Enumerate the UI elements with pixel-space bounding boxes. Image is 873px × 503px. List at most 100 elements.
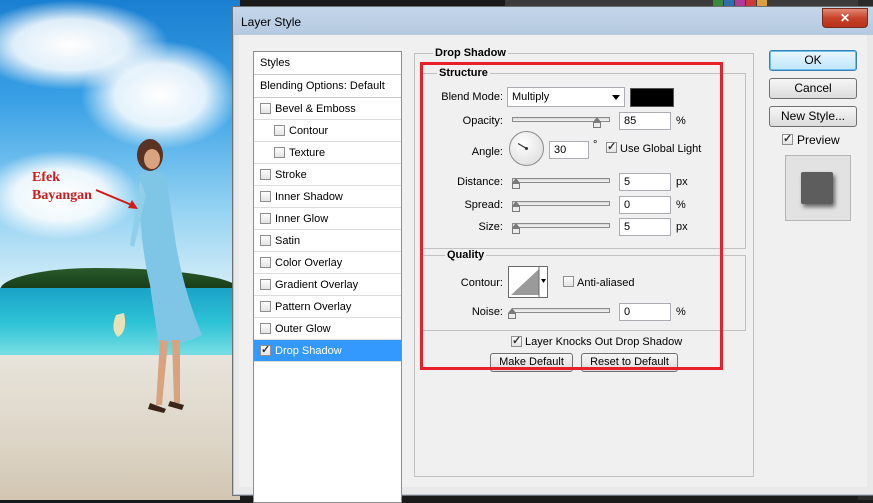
style-item-checkbox[interactable] bbox=[260, 213, 271, 224]
style-item-checkbox[interactable] bbox=[260, 235, 271, 246]
layer-style-dialog: Layer Style ✕ Styles Blending Options: D… bbox=[232, 6, 873, 503]
style-item-texture[interactable]: Texture bbox=[254, 142, 401, 164]
size-slider[interactable] bbox=[512, 223, 610, 228]
style-item-label: Outer Glow bbox=[275, 323, 331, 335]
style-item-checkbox[interactable] bbox=[274, 147, 285, 158]
reset-to-default-button[interactable]: Reset to Default bbox=[581, 353, 678, 372]
angle-label: Angle: bbox=[471, 146, 503, 158]
spread-label: Spread: bbox=[464, 199, 503, 211]
style-item-label: Stroke bbox=[275, 169, 307, 181]
angle-dial[interactable] bbox=[509, 131, 544, 166]
style-item-outer-glow[interactable]: Outer Glow bbox=[254, 318, 401, 340]
ok-button[interactable]: OK bbox=[769, 50, 857, 71]
use-global-light-checkbox[interactable] bbox=[606, 140, 617, 153]
distance-label: Distance: bbox=[457, 176, 503, 188]
shadow-color-swatch[interactable] bbox=[630, 88, 674, 107]
size-field[interactable]: 5 bbox=[619, 218, 671, 236]
preview-label: Preview bbox=[797, 133, 840, 147]
style-item-label: Color Overlay bbox=[275, 257, 343, 269]
dialog-body: Styles Blending Options: Default Bevel &… bbox=[239, 35, 867, 503]
noise-field[interactable]: 0 bbox=[619, 303, 671, 321]
anti-aliased-label: Anti-aliased bbox=[577, 277, 635, 289]
styles-header[interactable]: Styles bbox=[254, 52, 401, 75]
preview-thumbnail bbox=[785, 155, 851, 221]
blending-options-item[interactable]: Blending Options: Default bbox=[254, 75, 401, 98]
blend-mode-select[interactable]: Multiply bbox=[507, 87, 625, 107]
make-default-button[interactable]: Make Default bbox=[490, 353, 573, 372]
opacity-field[interactable]: 85 bbox=[619, 112, 671, 130]
style-item-checkbox[interactable] bbox=[260, 169, 271, 180]
noise-unit: % bbox=[676, 306, 686, 318]
styles-header-label: Styles bbox=[260, 57, 290, 69]
size-unit: px bbox=[676, 221, 688, 233]
opacity-slider-thumb[interactable] bbox=[593, 117, 602, 128]
style-item-checkbox[interactable] bbox=[274, 125, 285, 136]
close-button[interactable]: ✕ bbox=[822, 8, 868, 28]
style-item-label: Texture bbox=[289, 147, 326, 159]
cancel-button[interactable]: Cancel bbox=[769, 78, 857, 99]
spread-slider-thumb[interactable] bbox=[512, 201, 521, 212]
style-item-checkbox[interactable] bbox=[260, 279, 271, 290]
styles-list: Styles Blending Options: Default Bevel &… bbox=[253, 51, 402, 503]
angle-field[interactable]: 30 bbox=[549, 141, 589, 159]
style-item-checkbox[interactable] bbox=[260, 191, 271, 202]
style-item-drop-shadow[interactable]: Drop Shadow bbox=[254, 340, 401, 362]
angle-dial-needle-icon bbox=[517, 142, 528, 150]
style-item-checkbox[interactable] bbox=[260, 257, 271, 268]
spread-field[interactable]: 0 bbox=[619, 196, 671, 214]
contour-picker[interactable] bbox=[508, 266, 548, 298]
style-item-gradient-overlay[interactable]: Gradient Overlay bbox=[254, 274, 401, 296]
new-style-button[interactable]: New Style... bbox=[769, 106, 857, 127]
knockout-label: Layer Knocks Out Drop Shadow bbox=[525, 336, 683, 348]
preview-checkbox[interactable] bbox=[782, 132, 793, 145]
contour-label: Contour: bbox=[460, 277, 503, 289]
style-item-label: Satin bbox=[275, 235, 301, 247]
style-item-label: Inner Shadow bbox=[275, 191, 343, 203]
size-slider-thumb[interactable] bbox=[512, 223, 521, 234]
dialog-title: Layer Style bbox=[241, 15, 302, 29]
style-item-label: Inner Glow bbox=[275, 213, 329, 225]
style-item-checkbox[interactable] bbox=[260, 343, 271, 356]
style-item-inner-glow[interactable]: Inner Glow bbox=[254, 208, 401, 230]
drop-shadow-title: Drop Shadow bbox=[433, 47, 508, 59]
distance-slider-thumb[interactable] bbox=[512, 178, 521, 189]
style-item-checkbox[interactable] bbox=[260, 301, 271, 312]
opacity-unit: % bbox=[676, 115, 686, 127]
size-label: Size: bbox=[478, 221, 503, 233]
style-item-bevel-emboss[interactable]: Bevel & Emboss bbox=[254, 98, 401, 120]
style-item-contour[interactable]: Contour bbox=[254, 120, 401, 142]
blend-mode-label: Blend Mode: bbox=[441, 91, 503, 103]
spread-unit: % bbox=[676, 199, 686, 211]
style-item-label: Contour bbox=[289, 125, 329, 137]
opacity-label: Opacity: bbox=[462, 115, 503, 127]
style-item-stroke[interactable]: Stroke bbox=[254, 164, 401, 186]
structure-title: Structure bbox=[437, 67, 490, 79]
style-item-pattern-overlay[interactable]: Pattern Overlay bbox=[254, 296, 401, 318]
dialog-titlebar[interactable]: Layer Style ✕ bbox=[233, 7, 873, 35]
distance-slider[interactable] bbox=[512, 178, 610, 183]
linear-contour-icon bbox=[511, 267, 546, 297]
style-item-label: Bevel & Emboss bbox=[275, 103, 356, 115]
cloud bbox=[80, 40, 240, 150]
style-item-label: Gradient Overlay bbox=[275, 279, 359, 291]
anti-aliased-checkbox[interactable] bbox=[563, 276, 574, 287]
knockout-checkbox[interactable] bbox=[511, 334, 522, 347]
style-item-label: Drop Shadow bbox=[275, 345, 342, 357]
style-item-inner-shadow[interactable]: Inner Shadow bbox=[254, 186, 401, 208]
noise-slider[interactable] bbox=[512, 308, 610, 313]
style-item-checkbox[interactable] bbox=[260, 103, 271, 114]
noise-slider-thumb[interactable] bbox=[508, 308, 517, 319]
annotation-text-line2: Bayangan bbox=[32, 188, 92, 203]
quality-title: Quality bbox=[445, 249, 487, 261]
angle-unit: ° bbox=[593, 139, 598, 151]
woman-figure bbox=[113, 139, 202, 413]
annotation-text-line1: Efek bbox=[32, 170, 60, 185]
style-item-satin[interactable]: Satin bbox=[254, 230, 401, 252]
blending-options-label: Blending Options: Default bbox=[260, 80, 385, 92]
style-item-checkbox[interactable] bbox=[260, 323, 271, 334]
spread-slider[interactable] bbox=[512, 201, 610, 206]
distance-field[interactable]: 5 bbox=[619, 173, 671, 191]
blend-mode-value: Multiply bbox=[512, 91, 550, 103]
style-item-color-overlay[interactable]: Color Overlay bbox=[254, 252, 401, 274]
use-global-light-label: Use Global Light bbox=[620, 143, 702, 155]
